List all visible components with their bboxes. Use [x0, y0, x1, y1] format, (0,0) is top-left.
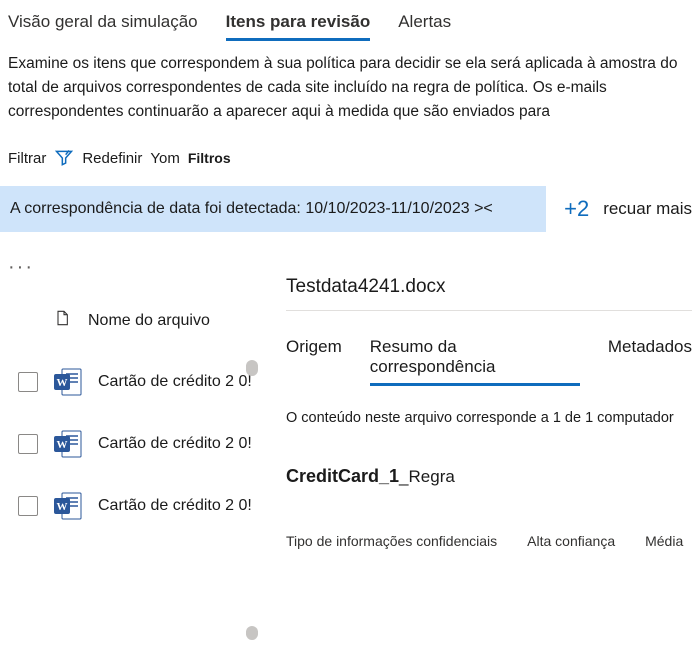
- tab-summary[interactable]: Resumo da correspondência: [370, 337, 580, 386]
- row-checkbox[interactable]: [18, 372, 38, 392]
- tab-metadata[interactable]: Metadados: [608, 337, 692, 386]
- file-icon: [54, 309, 70, 332]
- file-name: Cartão de crédito 2 0!: [98, 435, 252, 453]
- filter-label[interactable]: Filtrar: [8, 150, 46, 167]
- more-filters-count[interactable]: +2: [556, 196, 593, 222]
- filter-pill-date[interactable]: A correspondência de data foi detectada:…: [0, 186, 546, 232]
- file-list-header: Nome do arquivo: [0, 307, 258, 348]
- tab-alerts[interactable]: Alertas: [398, 12, 451, 41]
- table-row[interactable]: W Cartão de crédito 2 0!: [0, 366, 258, 398]
- tab-review[interactable]: Itens para revisão: [226, 12, 371, 41]
- table-row[interactable]: W Cartão de crédito 2 0!: [0, 490, 258, 522]
- column-header-filename[interactable]: Nome do arquivo: [88, 312, 210, 330]
- row-checkbox[interactable]: [18, 434, 38, 454]
- rule-suffix: _Regra: [399, 467, 455, 486]
- svg-text:W: W: [57, 377, 68, 389]
- funnel-reset-icon[interactable]: [54, 148, 74, 168]
- rule-name: CreditCard_1: [286, 466, 399, 486]
- svg-text:W: W: [57, 501, 68, 513]
- page-description: Examine os itens que correspondem à sua …: [0, 42, 700, 124]
- file-name: Cartão de crédito 2 0!: [98, 497, 252, 515]
- scrollbar-thumb[interactable]: [246, 626, 258, 640]
- filter-pill-row: A correspondência de data foi detectada:…: [0, 186, 700, 250]
- col-med: Média: [645, 533, 683, 549]
- scrollbar[interactable]: [246, 360, 260, 620]
- tab-source[interactable]: Origem: [286, 337, 342, 386]
- more-menu-button[interactable]: ···: [0, 250, 258, 307]
- confidence-header: Tipo de informações confidenciais Alta c…: [286, 487, 692, 549]
- word-doc-icon: W: [52, 490, 84, 522]
- reset-link[interactable]: Redefinir: [82, 150, 142, 167]
- detail-title: Testdata4241.docx: [286, 256, 692, 298]
- word-doc-icon: W: [52, 366, 84, 398]
- detail-tabs: Origem Resumo da correspondência Metadad…: [286, 311, 692, 386]
- row-checkbox[interactable]: [18, 496, 38, 516]
- filter-bar: Filtrar Redefinir Yom Filtros: [0, 124, 700, 186]
- table-row[interactable]: W Cartão de crédito 2 0!: [0, 428, 258, 460]
- detail-panel: Testdata4241.docx Origem Resumo da corre…: [258, 250, 700, 670]
- file-list-panel: ··· Nome do arquivo W: [0, 250, 258, 670]
- col-high: Alta confiança: [527, 533, 615, 549]
- show-more-filters[interactable]: recuar mais: [603, 199, 692, 219]
- rule-heading: CreditCard_1_Regra: [286, 426, 692, 487]
- tab-overview[interactable]: Visão geral da simulação: [8, 12, 198, 41]
- main-tabs: Visão geral da simulação Itens para revi…: [0, 0, 700, 41]
- summary-description: O conteúdo neste arquivo corresponde a 1…: [286, 386, 692, 426]
- word-doc-icon: W: [52, 428, 84, 460]
- filters-label[interactable]: Filtros: [188, 150, 231, 166]
- col-sit: Tipo de informações confidenciais: [286, 533, 497, 549]
- svg-text:W: W: [57, 439, 68, 451]
- scrollbar-thumb[interactable]: [246, 360, 258, 376]
- yom-text: Yom: [150, 150, 179, 167]
- file-name: Cartão de crédito 2 0!: [98, 373, 252, 391]
